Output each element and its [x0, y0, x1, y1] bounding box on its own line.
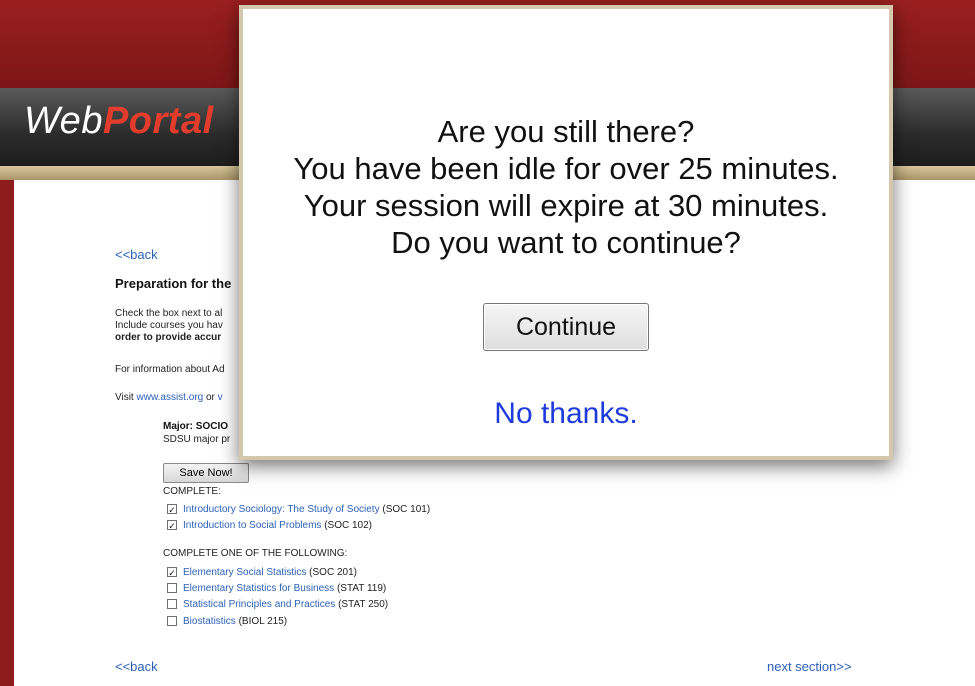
complete-one-label: COMPLETE ONE OF THE FOLLOWING:	[163, 548, 348, 559]
course-item: ✓ Elementary Social Statistics (SOC 201)	[167, 565, 357, 579]
page-title: Preparation for the	[115, 276, 232, 291]
course-code: (STAT 119)	[336, 582, 387, 594]
continue-button[interactable]: Continue	[483, 303, 649, 351]
dialog-line-4: Do you want to continue?	[391, 225, 741, 260]
course-link[interactable]: Elementary Social Statistics	[183, 567, 306, 578]
assist-link[interactable]: www.assist.org	[137, 392, 204, 403]
back-link-bottom[interactable]: <<back	[115, 659, 158, 674]
course-checkbox[interactable]	[167, 583, 177, 593]
course-checkbox[interactable]: ✓	[167, 504, 177, 515]
course-code: (SOC 101)	[382, 503, 431, 515]
dialog-line-3: Your session will expire at 30 minutes.	[303, 188, 829, 223]
course-item: Biostatistics (BIOL 215)	[167, 614, 287, 628]
course-item: ✓ Introductory Sociology: The Study of S…	[167, 502, 430, 516]
dialog-message: Are you still there? You have been idle …	[243, 113, 889, 261]
dialog-line-2: You have been idle for over 25 minutes.	[293, 151, 839, 186]
back-link-top[interactable]: <<back	[115, 247, 158, 262]
course-link[interactable]: Introduction to Social Problems	[183, 520, 321, 531]
course-code: (SOC 201)	[309, 566, 357, 578]
webportal-logo[interactable]: WebPortal	[24, 100, 214, 143]
dialog-line-1: Are you still there?	[437, 114, 695, 149]
logo-web-text: Web	[24, 100, 103, 142]
major-title: Major: SOCIO	[163, 421, 229, 432]
course-link[interactable]: Introductory Sociology: The Study of Soc…	[183, 504, 380, 515]
course-link[interactable]: Biostatistics	[183, 616, 236, 627]
course-checkbox[interactable]	[167, 599, 177, 609]
course-checkbox[interactable]: ✓	[167, 567, 177, 578]
course-code: (STAT 250)	[338, 598, 389, 610]
course-item: Elementary Statistics for Business (STAT…	[167, 581, 386, 595]
instruction-bold: order to provide accur	[115, 332, 222, 343]
info-line: For information about Ad	[115, 364, 225, 375]
no-thanks-link[interactable]: No thanks.	[243, 397, 889, 431]
save-now-button[interactable]: Save Now!	[163, 463, 249, 483]
course-item: Statistical Principles and Practices (ST…	[167, 597, 388, 611]
course-code: (SOC 102)	[324, 519, 372, 531]
course-link[interactable]: Elementary Statistics for Business	[183, 583, 334, 594]
logo-portal-text: Portal	[102, 100, 214, 142]
complete-label: COMPLETE:	[163, 486, 221, 497]
visit-prefix: Visit	[115, 392, 137, 403]
visit-or: or	[203, 392, 218, 403]
idle-timeout-dialog: Are you still there? You have been idle …	[239, 5, 893, 460]
visit-link-2[interactable]: v	[218, 392, 223, 403]
course-link[interactable]: Statistical Principles and Practices	[183, 599, 335, 610]
major-subtitle: SDSU major pr	[163, 434, 231, 445]
course-item: ✓ Introduction to Social Problems (SOC 1…	[167, 518, 372, 532]
visit-line: Visit www.assist.org or v	[115, 392, 223, 403]
course-checkbox[interactable]	[167, 616, 177, 626]
next-section-link[interactable]: next section>>	[767, 659, 852, 674]
course-code: (BIOL 215)	[238, 615, 288, 627]
course-checkbox[interactable]: ✓	[167, 520, 177, 531]
